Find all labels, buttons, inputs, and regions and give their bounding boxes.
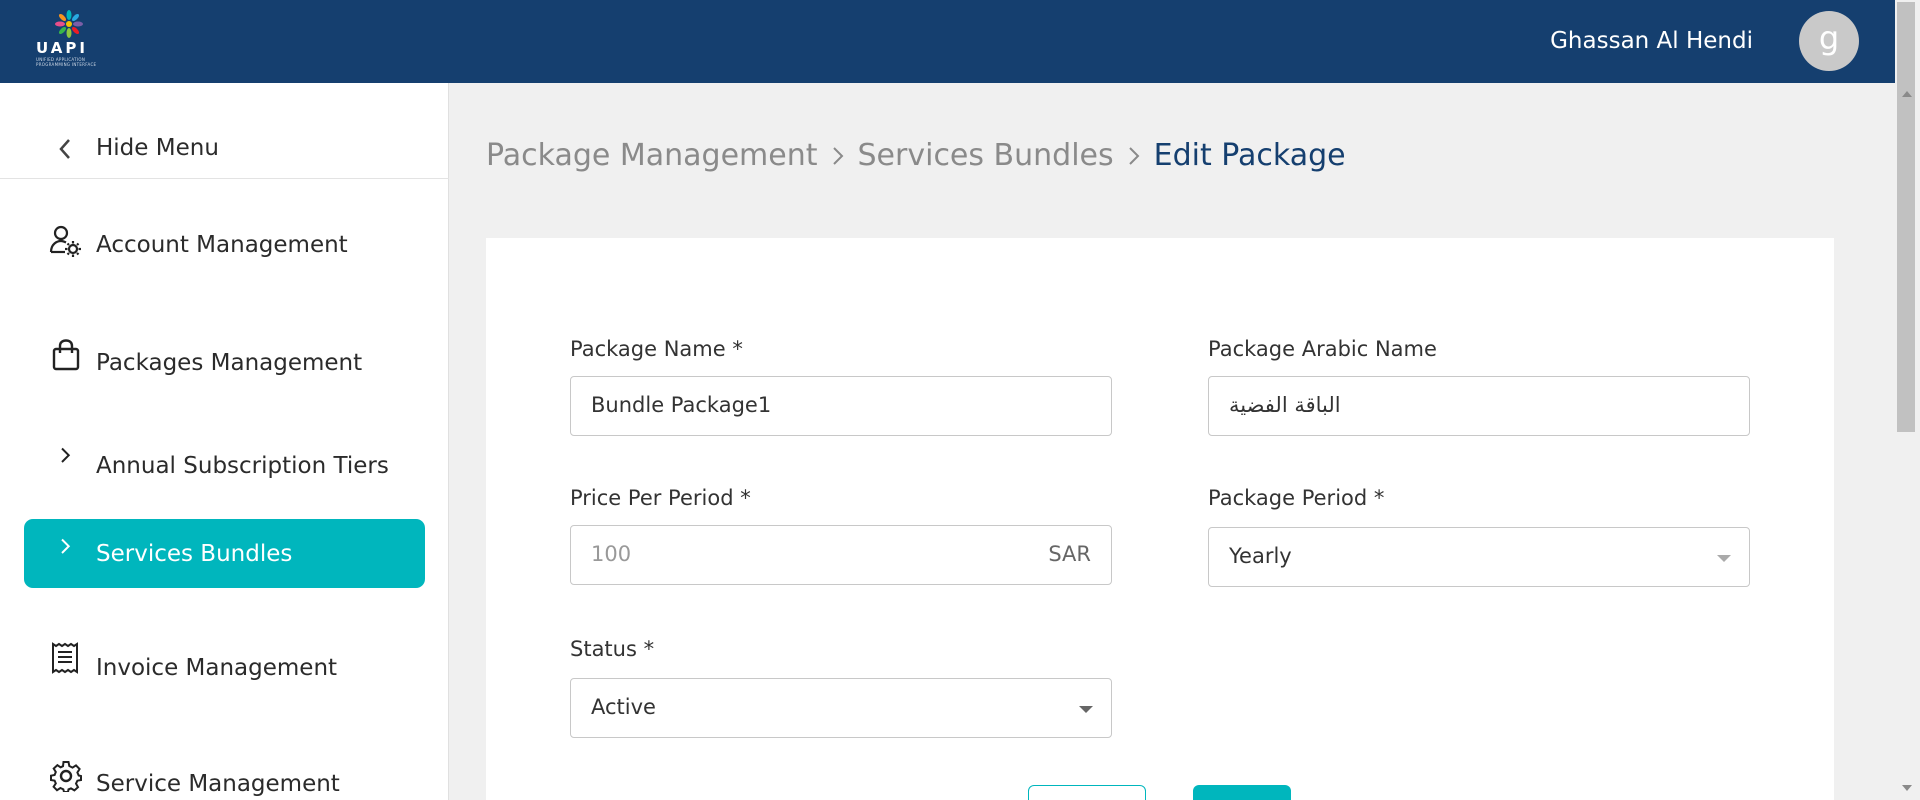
package-arabic-name-label: Package Arabic Name (1208, 337, 1437, 361)
top-header: UAPI UNIFIED APPLICATION PROGRAMMING INT… (0, 0, 1895, 83)
receipt-icon (52, 642, 78, 674)
chevron-left-icon (59, 139, 70, 159)
package-period-value: Yearly (1229, 544, 1292, 568)
hide-menu-button[interactable]: Hide Menu (0, 83, 449, 179)
package-name-input[interactable]: Bundle Package1 (570, 376, 1112, 436)
chevron-right-icon (61, 447, 71, 463)
package-period-select[interactable]: Yearly (1208, 527, 1750, 587)
breadcrumb: Package Management Services Bundles Edit… (486, 138, 1346, 173)
sidebar-item-label: Packages Management (96, 350, 363, 376)
scroll-down-arrow-icon[interactable] (1902, 785, 1912, 791)
page-scrollbar[interactable] (1895, 0, 1920, 800)
scroll-up-arrow-icon[interactable] (1902, 91, 1912, 97)
price-per-period-label: Price Per Period * (570, 486, 751, 510)
sidebar-item-label: Invoice Management (96, 655, 338, 681)
package-arabic-name-value: الباقة الفضية (1229, 393, 1341, 417)
chevron-right-icon (832, 146, 844, 166)
price-per-period-input[interactable]: 100 SAR (570, 525, 1112, 585)
status-label: Status * (570, 637, 655, 661)
sidebar-item-service-management[interactable]: Service Management (0, 756, 449, 800)
breadcrumb-item-package-management[interactable]: Package Management (486, 138, 818, 173)
sidebar-item-services-bundles[interactable]: Services Bundles (24, 519, 425, 588)
chevron-right-icon (61, 538, 71, 554)
sidebar-item-packages-management[interactable]: Packages Management (0, 337, 449, 397)
package-period-label: Package Period * (1208, 486, 1385, 510)
sidebar-item-annual-subscription-tiers[interactable]: Annual Subscription Tiers (0, 441, 449, 501)
sidebar-item-label: Services Bundles (96, 541, 293, 567)
sidebar-item-label: Service Management (96, 771, 340, 797)
status-value: Active (591, 695, 656, 719)
package-arabic-name-input[interactable]: الباقة الفضية (1208, 376, 1750, 436)
package-name-label: Package Name * (570, 337, 743, 361)
sidebar-item-account-management[interactable]: Account Management (0, 220, 449, 280)
breadcrumb-current: Edit Package (1153, 138, 1346, 173)
logo-tagline: UNIFIED APPLICATION PROGRAMMING INTERFAC… (36, 57, 97, 67)
user-gear-icon (49, 225, 81, 257)
package-name-value: Bundle Package1 (591, 393, 772, 417)
status-select[interactable]: Active (570, 678, 1112, 738)
save-button[interactable] (1193, 785, 1291, 800)
logo-text: UAPI (36, 39, 88, 57)
hide-menu-label: Hide Menu (96, 135, 219, 161)
gear-icon (50, 761, 82, 792)
sidebar: Hide Menu Account Management Packages Ma… (0, 83, 449, 800)
chevron-right-icon (1128, 146, 1140, 166)
currency-suffix: SAR (1048, 542, 1091, 566)
shopping-bag-icon (52, 339, 80, 371)
logo-flower-icon (55, 10, 83, 38)
user-name[interactable]: Ghassan Al Hendi (1550, 28, 1753, 54)
cancel-button[interactable] (1028, 785, 1146, 800)
sidebar-item-label: Account Management (96, 232, 348, 258)
sidebar-item-label: Annual Subscription Tiers (96, 453, 389, 479)
caret-down-icon (1079, 706, 1093, 713)
caret-down-icon (1717, 555, 1731, 562)
app-logo[interactable]: UAPI UNIFIED APPLICATION PROGRAMMING INT… (34, 10, 104, 72)
scrollbar-thumb[interactable] (1897, 2, 1915, 432)
avatar[interactable]: g (1799, 11, 1859, 71)
breadcrumb-item-services-bundles[interactable]: Services Bundles (858, 138, 1114, 173)
price-placeholder: 100 (591, 542, 632, 566)
sidebar-item-invoice-management[interactable]: Invoice Management (0, 640, 449, 700)
